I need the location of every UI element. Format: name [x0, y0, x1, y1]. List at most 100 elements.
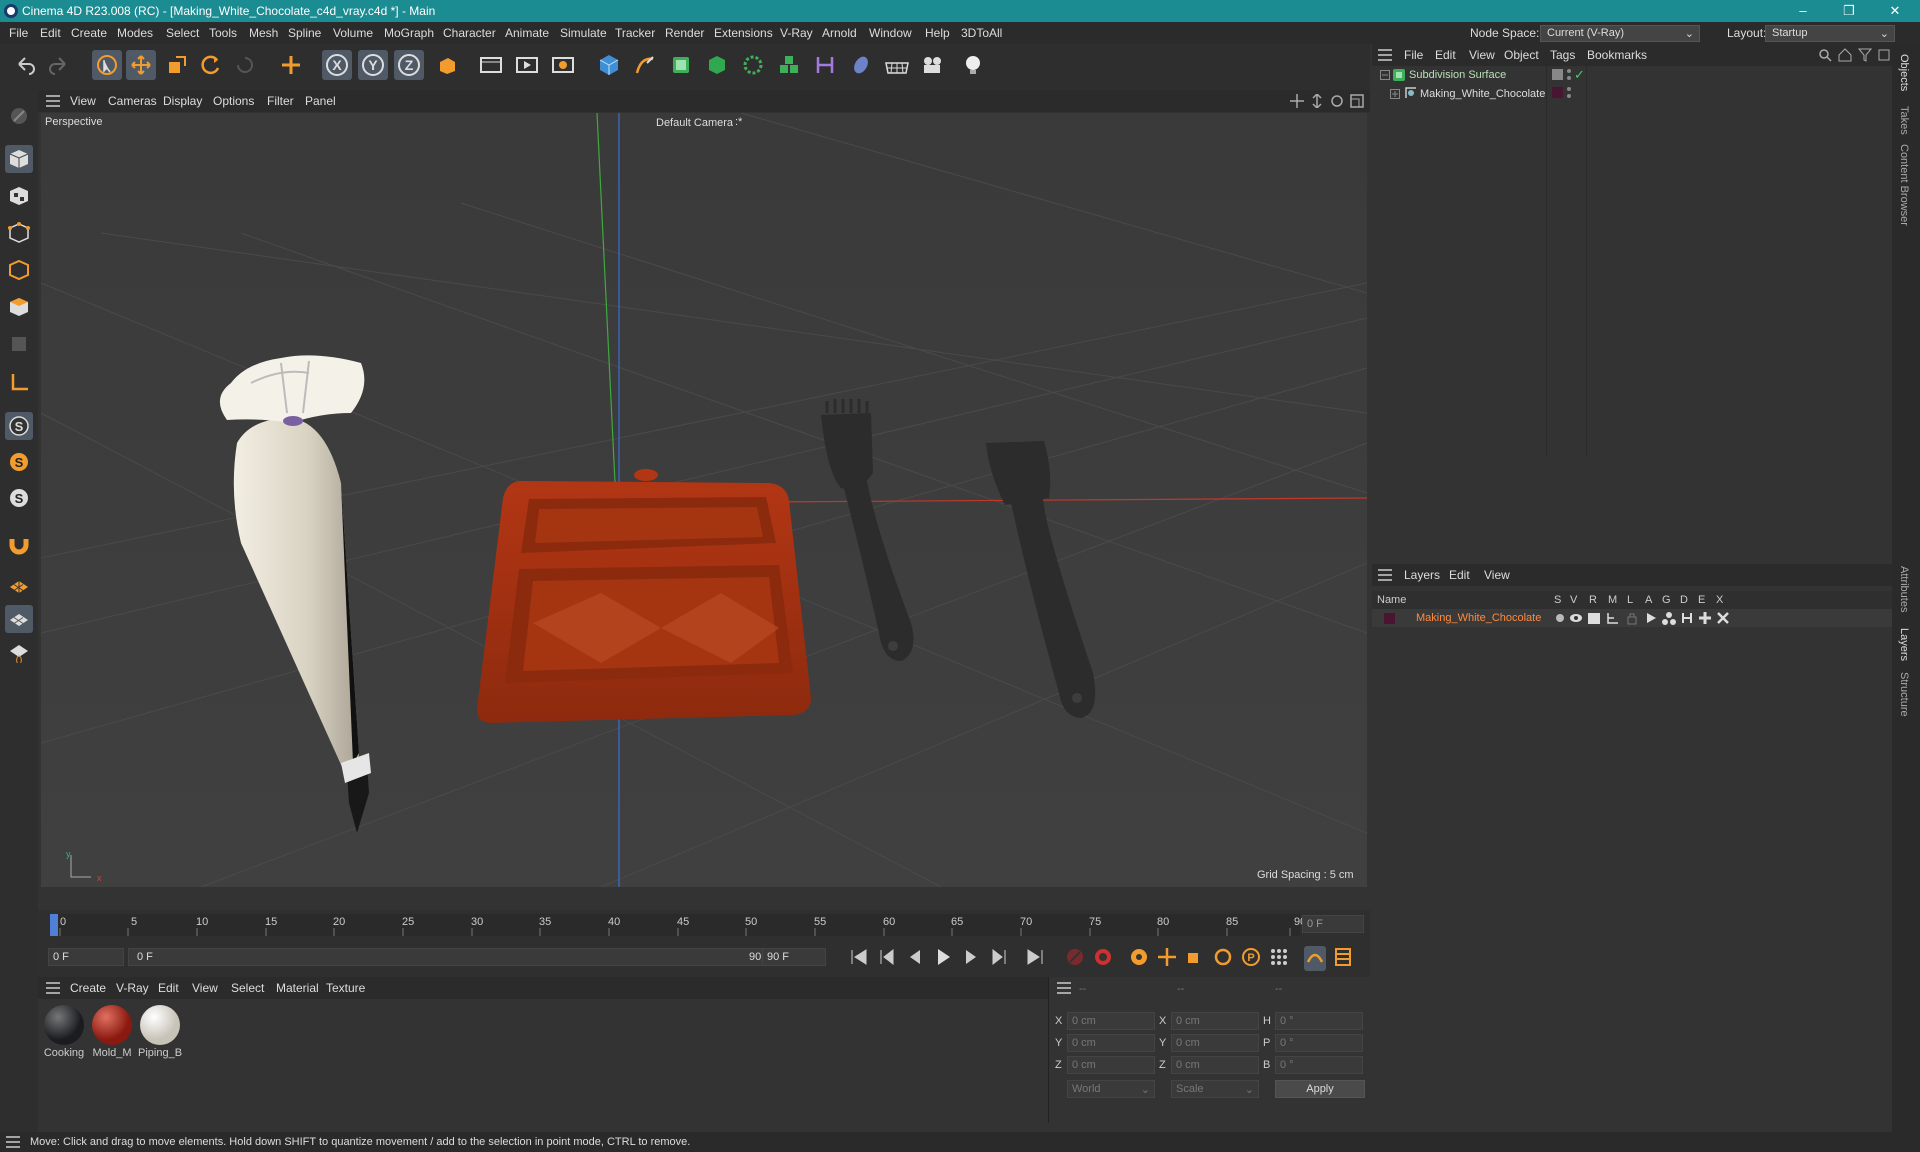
make-editable-icon[interactable] — [5, 102, 33, 130]
close-button[interactable]: ✕ — [1872, 0, 1918, 22]
next-frame-icon[interactable] — [960, 946, 982, 971]
pen-spline-icon[interactable] — [630, 50, 660, 80]
side-tab-content-browser[interactable]: Content Browser — [1898, 144, 1910, 226]
mat-menu-material[interactable]: Material — [276, 981, 319, 995]
move-tool-icon[interactable] — [126, 50, 156, 80]
y-axis-lock-icon[interactable]: Y — [358, 50, 388, 80]
obj-menu-view[interactable]: View — [1469, 48, 1495, 62]
autokey-icon[interactable] — [1092, 946, 1114, 971]
cube-primitive-icon[interactable] — [594, 50, 624, 80]
expressions-icon[interactable] — [1698, 611, 1712, 628]
viewport-menu-view[interactable]: View — [70, 94, 96, 108]
current-frame-right-field[interactable]: 0 F — [1302, 915, 1364, 933]
layer-row[interactable]: Making_White_Chocolate — [1372, 609, 1892, 627]
workplane-grid-icon[interactable] — [5, 605, 33, 633]
viewport-camera-label[interactable]: Default Camera — [656, 117, 733, 129]
deformer-icon[interactable] — [810, 50, 840, 80]
play-icon[interactable] — [932, 946, 954, 971]
locked-workplane-icon[interactable]: () — [5, 638, 33, 666]
mat-menu-create[interactable]: Create — [70, 981, 106, 995]
obj-menu-edit[interactable]: Edit — [1435, 48, 1456, 62]
redo-icon[interactable] — [44, 50, 74, 80]
menu-arnold[interactable]: Arnold — [822, 26, 857, 40]
position-z-field[interactable]: 0 cm — [1067, 1056, 1155, 1074]
rotation-p-field[interactable]: 0 ° — [1275, 1034, 1363, 1052]
axis-mode-icon[interactable] — [5, 368, 33, 396]
object-row[interactable]: Subdivision Surface ✓ — [1372, 66, 1892, 84]
record-keys-icon[interactable] — [1064, 946, 1086, 971]
hamburger-icon[interactable] — [46, 982, 60, 997]
layer-col-r[interactable]: R — [1589, 594, 1597, 606]
maximize-button[interactable]: ❐ — [1826, 0, 1872, 22]
workplane-icon[interactable] — [5, 572, 33, 600]
recent-tool-icon[interactable] — [230, 50, 260, 80]
menu-mesh[interactable]: Mesh — [249, 26, 278, 40]
size-x-field[interactable]: 0 cm — [1171, 1012, 1259, 1030]
viewport-move-icon[interactable] — [1290, 94, 1304, 111]
key-rotation-icon[interactable] — [1212, 946, 1234, 971]
object-row[interactable]: Making_White_Chocolate — [1372, 84, 1892, 102]
menu-help[interactable]: Help — [925, 26, 950, 40]
solo-hierarchy-icon[interactable]: S — [5, 484, 33, 512]
mograph-cubes-icon[interactable] — [774, 50, 804, 80]
layer-col-g[interactable]: G — [1662, 594, 1671, 606]
coordinate-system-icon[interactable] — [432, 50, 462, 80]
render-settings-icon[interactable] — [548, 50, 578, 80]
undo-icon[interactable] — [10, 50, 40, 80]
layer-color-swatch[interactable] — [1384, 613, 1395, 624]
obj-menu-object[interactable]: Object — [1504, 48, 1539, 62]
add-object-icon[interactable] — [276, 50, 306, 80]
solo-icon[interactable]: S — [5, 448, 33, 476]
layer-col-l[interactable]: L — [1627, 594, 1633, 606]
animation-play-icon[interactable] — [1644, 611, 1658, 628]
rotate-tool-icon[interactable] — [196, 50, 226, 80]
search-icon[interactable] — [1818, 48, 1832, 65]
keyframe-selection-icon[interactable] — [1128, 946, 1150, 971]
goto-end-icon[interactable] — [1024, 946, 1046, 971]
viewport-maximize-icon[interactable] — [1350, 94, 1364, 111]
rotation-b-field[interactable]: 0 ° — [1275, 1056, 1363, 1074]
mat-menu-view[interactable]: View — [192, 981, 218, 995]
obj-menu-bookmarks[interactable]: Bookmarks — [1587, 48, 1647, 62]
filter-icon[interactable] — [1857, 48, 1873, 65]
key-position-icon[interactable] — [1156, 946, 1178, 971]
menu-character[interactable]: Character — [443, 26, 496, 40]
points-mode-icon[interactable] — [5, 219, 33, 247]
end-frame-field[interactable]: 90 F — [762, 948, 826, 966]
z-axis-lock-icon[interactable]: Z — [394, 50, 424, 80]
menu-mograph[interactable]: MoGraph — [384, 26, 434, 40]
mat-menu-texture[interactable]: Texture — [326, 981, 365, 995]
3d-viewport[interactable]: Perspective Default Camera :* Grid Spaci… — [41, 113, 1367, 887]
prev-frame-icon[interactable] — [904, 946, 926, 971]
hamburger-icon[interactable] — [1378, 49, 1392, 64]
visibility-dots-icon[interactable] — [1565, 86, 1573, 103]
node-space-select[interactable]: Current (V-Ray) ⌄ — [1540, 25, 1700, 42]
next-key-icon[interactable] — [988, 946, 1010, 971]
x-axis-lock-icon[interactable]: X — [322, 50, 352, 80]
mat-menu-edit[interactable]: Edit — [158, 981, 179, 995]
obj-menu-file[interactable]: File — [1404, 48, 1423, 62]
expand-icon[interactable] — [1390, 88, 1400, 102]
coord-mode-select[interactable]: Scale ⌄ — [1171, 1080, 1259, 1098]
layer-col-e[interactable]: E — [1698, 594, 1705, 606]
manager-icon[interactable] — [1606, 611, 1620, 628]
viewport-rotate-icon[interactable] — [1330, 94, 1344, 111]
layer-col-s[interactable]: S — [1554, 594, 1561, 606]
light-icon[interactable] — [958, 50, 988, 80]
texture-mode-icon[interactable] — [5, 182, 33, 210]
material-swatch[interactable]: Cooking — [42, 1005, 86, 1059]
visibility-dots-icon[interactable] — [1565, 68, 1573, 85]
uv-mode-icon[interactable] — [5, 330, 33, 358]
menu-extensions[interactable]: Extensions — [714, 26, 773, 40]
side-tab-structure[interactable]: Structure — [1898, 672, 1910, 717]
apply-button[interactable]: Apply — [1275, 1080, 1365, 1098]
layer-menu-edit[interactable]: Edit — [1449, 568, 1470, 582]
side-tab-attributes[interactable]: Attributes — [1898, 566, 1910, 612]
menu-animate[interactable]: Animate — [505, 26, 549, 40]
position-y-field[interactable]: 0 cm — [1067, 1034, 1155, 1052]
menu-tracker[interactable]: Tracker — [615, 26, 655, 40]
model-mode-icon[interactable] — [5, 145, 33, 173]
layer-color-swatch[interactable] — [1552, 87, 1563, 98]
mat-menu-vray[interactable]: V-Ray — [116, 981, 149, 995]
menu-window[interactable]: Window — [869, 26, 912, 40]
